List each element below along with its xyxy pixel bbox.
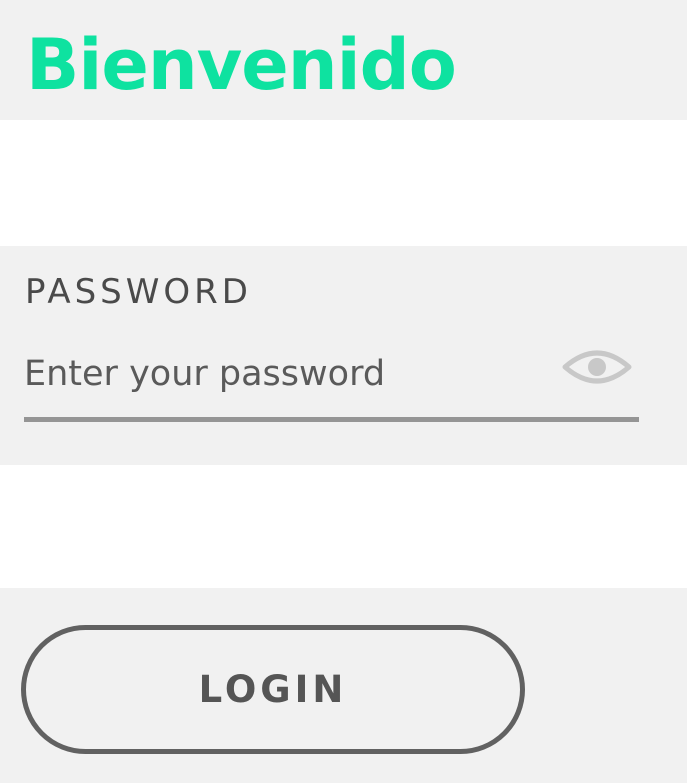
password-input[interactable] (24, 344, 544, 404)
login-button-label: LOGIN (198, 668, 348, 711)
password-label: PASSWORD (25, 272, 252, 312)
header: Bienvenido (0, 0, 687, 120)
password-underline (24, 417, 639, 422)
show-password-toggle[interactable] (560, 340, 634, 394)
login-button[interactable]: LOGIN (21, 625, 525, 754)
welcome-title: Bienvenido (26, 24, 457, 106)
eye-icon (562, 350, 632, 384)
